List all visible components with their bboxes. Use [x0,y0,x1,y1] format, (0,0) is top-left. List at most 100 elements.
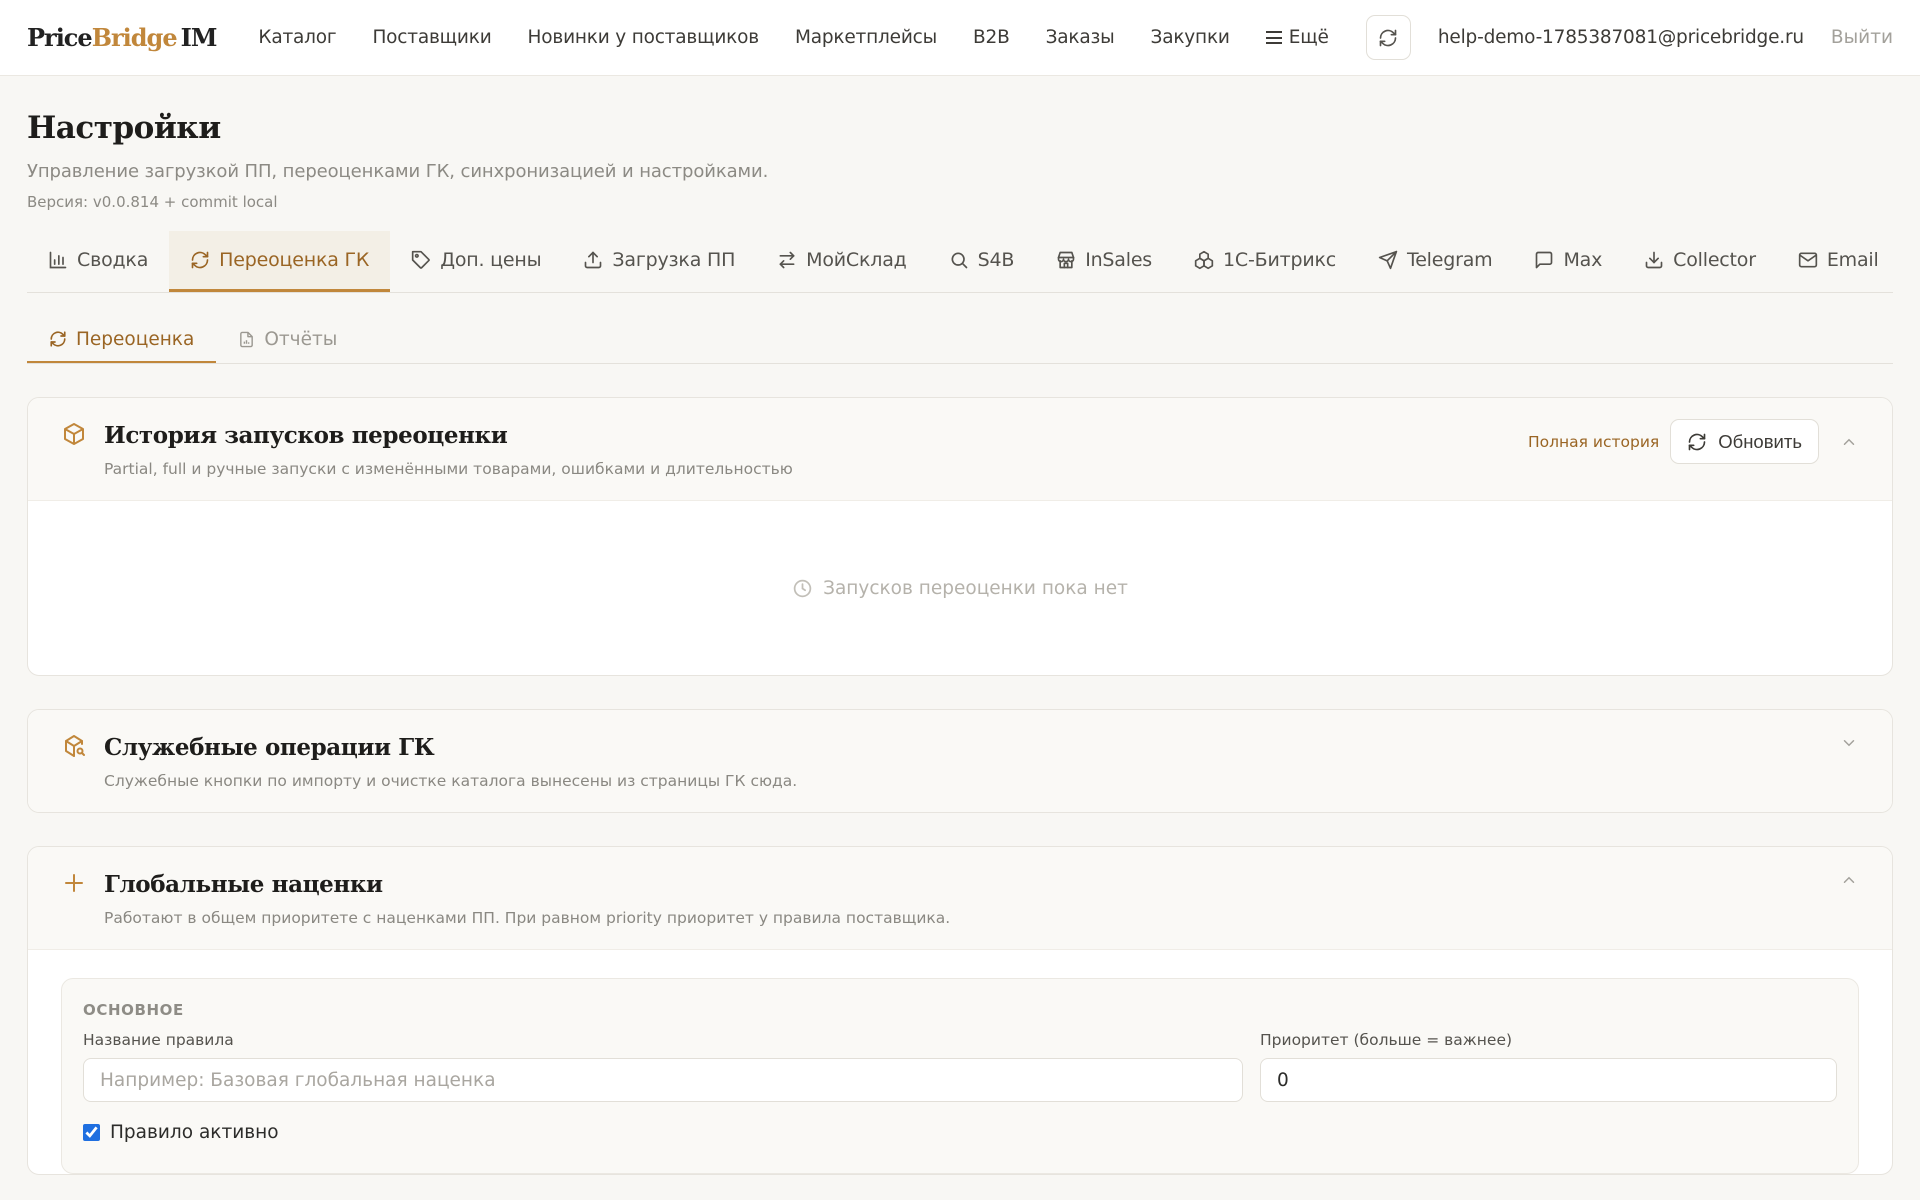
sync-button[interactable] [1365,15,1411,60]
nav-item-purchases[interactable]: Закупки [1133,27,1248,48]
nav-item-supplier-news[interactable]: Новинки у поставщиков [510,27,777,48]
card-header[interactable]: Служебные операции ГК Служебные кнопки п… [28,710,1892,812]
rule-active-toggle[interactable]: Правило активно [83,1122,1837,1143]
priority-input[interactable] [1260,1058,1837,1102]
report-file-icon [240,331,254,347]
brand-part-im: IM [180,23,218,52]
card-header: История запусков переоценки Partial, ful… [28,398,1892,500]
chevron-up-icon[interactable] [1840,433,1858,451]
tab-email[interactable]: Email [1777,231,1893,292]
tab-s4b[interactable]: S4B [928,231,1036,292]
logout-link[interactable]: Выйти [1831,27,1893,48]
package-search-icon [65,735,85,757]
tab-extra-prices[interactable]: Доп. цены [390,231,562,292]
subtab-label: Переоценка [76,328,195,350]
rule-name-field: Название правила [83,1031,1243,1102]
priority-label: Приоритет (больше = важнее) [1260,1031,1513,1049]
rule-name-label: Название правила [83,1031,234,1049]
upload-icon [585,251,602,269]
tab-label: 1С-Битрикс [1223,249,1337,271]
package-icon [64,423,84,445]
tab-max[interactable]: Max [1513,231,1623,292]
refresh-label: Обновить [1718,430,1802,452]
tab-label: Collector [1673,249,1756,271]
clock-icon [793,579,812,597]
tab-insales[interactable]: InSales [1035,231,1173,292]
brand-part-bridge: Bridge [91,23,178,52]
full-history-link[interactable]: Полная история [1528,433,1659,451]
revaluation-subtabs: Переоценка Отчёты [27,317,1893,364]
main-menu: Каталог Поставщики Новинки у поставщиков… [240,27,1346,48]
service-operations-card: Служебные операции ГК Служебные кнопки п… [27,709,1893,813]
tab-label: Email [1826,249,1879,271]
tab-label: Telegram [1407,249,1493,271]
refresh-icon [191,251,209,269]
tab-upload-pp[interactable]: Загрузка ПП [562,231,756,292]
field-row: Название правила Приоритет (больше = важ… [83,1031,1837,1102]
tab-telegram[interactable]: Telegram [1357,231,1513,292]
tab-label: МойСклад [806,249,907,271]
brand-part-price: Price [27,23,93,52]
subtab-reports[interactable]: Отчёты [216,317,359,363]
main-content: Настройки Управление загрузкой ПП, перео… [0,110,1920,1175]
version-label: Версия: v0.0.814 + commit local [27,193,278,211]
tab-label: Загрузка ПП [612,249,736,271]
nav-item-more[interactable]: Ещё [1248,27,1347,48]
rule-name-input[interactable] [83,1058,1243,1102]
mail-icon [1798,252,1818,268]
card-header[interactable]: Глобальные наценки Работают в общем прио… [28,847,1892,949]
nav-right: help-demo-1785387081@pricebridge.ru Выйт… [1365,15,1893,60]
subtab-label: Отчёты [264,328,338,350]
download-icon [1645,251,1663,269]
message-icon [1536,251,1553,269]
search-icon [951,252,967,269]
chevron-up-icon[interactable] [1840,871,1858,889]
tab-label: S4B [977,249,1015,271]
tab-label: Доп. цены [440,249,542,271]
menu-icon [1265,31,1282,44]
tab-1c-bitrix[interactable]: 1С-Битрикс [1173,231,1357,292]
rule-active-label: Правило активно [110,1122,279,1143]
send-icon [1378,250,1398,270]
arrows-swap-icon [779,251,795,269]
nav-more-label: Ещё [1288,27,1329,48]
refresh-icon [50,331,66,347]
subtab-revaluation[interactable]: Переоценка [27,317,217,363]
tab-label: Сводка [77,249,149,271]
user-email[interactable]: help-demo-1785387081@pricebridge.ru [1438,27,1804,48]
tab-label: InSales [1085,249,1153,271]
bar-chart-icon [49,251,67,269]
nav-item-suppliers[interactable]: Поставщики [354,27,509,48]
nav-item-marketplaces[interactable]: Маркетплейсы [777,27,955,48]
page-subtitle: Управление загрузкой ПП, переоценками ГК… [27,161,769,182]
card-actions: Полная история Обновить [1528,419,1858,464]
tab-collector[interactable]: Collector [1623,231,1777,292]
tab-revaluation-gk[interactable]: Переоценка ГК [169,231,391,292]
priority-field: Приоритет (больше = важнее) [1260,1031,1837,1102]
global-markups-card: Глобальные наценки Работают в общем прио… [27,846,1893,1175]
card-title: Глобальные наценки [104,871,383,898]
store-icon [1057,251,1075,269]
nav-item-b2b[interactable]: B2B [955,27,1028,48]
refresh-icon [1380,29,1397,46]
boxes-icon [1194,250,1214,270]
refresh-history-button[interactable]: Обновить [1670,419,1819,464]
nav-item-orders[interactable]: Заказы [1028,27,1133,48]
tab-label: Переоценка ГК [219,249,370,271]
top-nav: PriceBridge IM Каталог Поставщики Новинки… [0,0,1920,76]
card-description: Служебные кнопки по импорту и очистке ка… [104,772,798,790]
plus-icon [65,874,83,892]
refresh-icon [1688,433,1706,450]
markup-form: ОСНОВНОЕ Название правила Приоритет (бол… [28,949,1892,1174]
chevron-down-icon[interactable] [1840,734,1858,752]
card-description: Работают в общем приоритете с наценками … [104,909,951,927]
card-title: Служебные операции ГК [104,734,435,761]
tag-icon [412,250,430,269]
tab-summary[interactable]: Сводка [27,231,169,292]
tab-moysklad[interactable]: МойСклад [756,231,927,292]
settings-tabs: Сводка Переоценка ГК Доп. цены Загрузка … [27,231,1893,293]
section-label: ОСНОВНОЕ [83,1001,184,1019]
nav-item-catalog[interactable]: Каталог [240,27,354,48]
rule-active-checkbox[interactable] [83,1124,100,1141]
brand-logo[interactable]: PriceBridge IM [27,23,218,52]
